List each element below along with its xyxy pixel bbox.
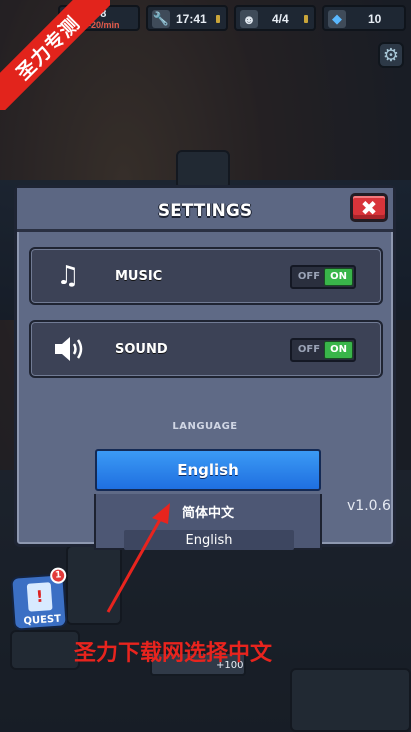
language-option-english[interactable]: English	[124, 530, 294, 550]
promo-ribbon-text: 圣力专测	[0, 0, 110, 110]
language-dropdown: 简体中文 English	[94, 494, 322, 550]
quest-label: QUEST	[23, 613, 62, 628]
music-note-icon: ♫	[56, 261, 80, 291]
gem-icon: ◆	[328, 10, 346, 28]
annotation-caption: 圣力下载网选择中文	[74, 641, 273, 666]
resource-gems[interactable]: ◆ 10	[322, 5, 406, 31]
close-button[interactable]: ✖	[350, 193, 388, 222]
settings-panel: SETTINGS ✖ ♫ MUSIC OFF ON SOUND OFF ON L…	[14, 185, 396, 550]
language-select[interactable]: English	[95, 449, 321, 491]
sound-label: SOUND	[115, 342, 168, 357]
sound-toggle-off[interactable]: OFF	[295, 342, 323, 358]
sound-toggle-on[interactable]: ON	[324, 341, 353, 359]
sound-toggle[interactable]: OFF ON	[290, 338, 356, 362]
quest-button[interactable]: ! 1 QUEST	[10, 567, 68, 631]
wrench-icon: 🔧	[152, 10, 170, 28]
language-label: LANGUAGE	[172, 421, 238, 432]
music-label: MUSIC	[115, 269, 163, 284]
resource-timer[interactable]: 🔧 17:41	[146, 5, 228, 31]
speaker-icon-svg	[55, 337, 83, 361]
quest-badge: 1	[49, 567, 67, 585]
resource-meter	[304, 15, 308, 23]
resource-value: 4/4	[272, 12, 289, 26]
resource-survivors[interactable]: ☻ 4/4	[234, 5, 316, 31]
promo-ribbon: 圣力专测	[0, 0, 110, 110]
survivor-icon: ☻	[240, 10, 258, 28]
music-row: ♫ MUSIC OFF ON	[29, 247, 383, 305]
settings-header: SETTINGS ✖	[17, 188, 393, 232]
settings-title: SETTINGS	[157, 201, 253, 221]
resource-value: 10	[368, 12, 382, 26]
music-toggle-off[interactable]: OFF	[295, 269, 323, 285]
gear-icon[interactable]: ⚙	[378, 42, 404, 68]
music-toggle[interactable]: OFF ON	[290, 265, 356, 289]
close-icon: ✖	[360, 195, 378, 220]
music-toggle-on[interactable]: ON	[324, 268, 353, 286]
version-label: v1.0.6	[347, 498, 391, 514]
language-option-chinese[interactable]: 简体中文	[96, 502, 320, 521]
quest-scroll-icon: !	[26, 582, 53, 612]
speaker-icon	[53, 334, 83, 364]
resource-value: 17:41	[176, 12, 207, 26]
sound-row: SOUND OFF ON	[29, 320, 383, 378]
resource-meter	[216, 15, 220, 23]
